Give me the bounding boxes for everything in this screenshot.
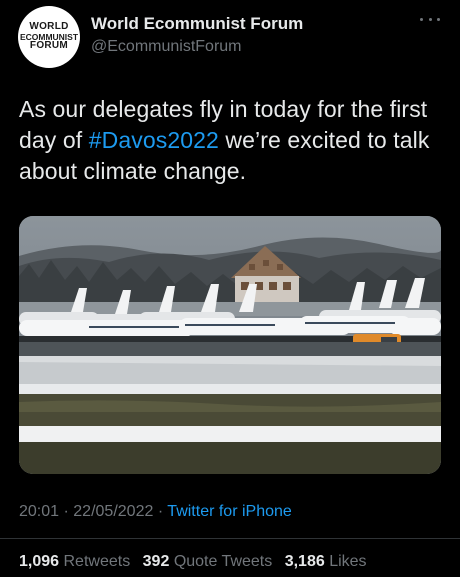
avatar[interactable]: WORLD ECOMMUNIST FORUM [18, 6, 80, 68]
retweets-stat[interactable]: 1,096 Retweets [19, 553, 130, 570]
quotes-stat[interactable]: 392 Quote Tweets [143, 553, 273, 570]
quotes-count: 392 [142, 553, 170, 570]
avatar-text-line1: WORLD [29, 21, 69, 33]
airfield-photo [19, 216, 441, 474]
divider [0, 538, 460, 539]
tweet-time[interactable]: 20:01 [19, 503, 59, 520]
more-options-icon[interactable] [420, 14, 440, 24]
author-info[interactable]: World Ecommunist Forum @EcommunistForum [91, 14, 303, 56]
meta-separator: · [63, 503, 69, 520]
tweet-photo[interactable] [19, 216, 441, 474]
meta-separator-2: · [157, 503, 164, 520]
display-name[interactable]: World Ecommunist Forum [91, 14, 303, 34]
handle[interactable]: @EcommunistForum [91, 38, 303, 56]
tweet-stats: 1,096 Retweets 392 Quote Tweets 3,186 Li… [19, 553, 367, 571]
likes-stat[interactable]: 3,186 Likes [285, 553, 367, 570]
tweet-meta: 20:01 · 22/05/2022 · Twitter for iPhone [19, 503, 292, 521]
retweets-count: 1,096 [19, 553, 60, 570]
likes-count: 3,186 [284, 553, 325, 570]
likes-label: Likes [329, 553, 367, 570]
hashtag-link[interactable]: #Davos2022 [89, 127, 219, 153]
tweet-source[interactable]: Twitter for iPhone [167, 503, 292, 520]
retweets-label: Retweets [63, 553, 131, 570]
tweet-date[interactable]: 22/05/2022 [73, 503, 153, 520]
quotes-label: Quote Tweets [173, 553, 273, 570]
avatar-text-line3: FORUM [29, 40, 69, 52]
tweet-text: As our delegates fly in today for the fi… [19, 94, 444, 187]
tweet-header: WORLD ECOMMUNIST FORUM World Ecommunist … [18, 6, 442, 70]
